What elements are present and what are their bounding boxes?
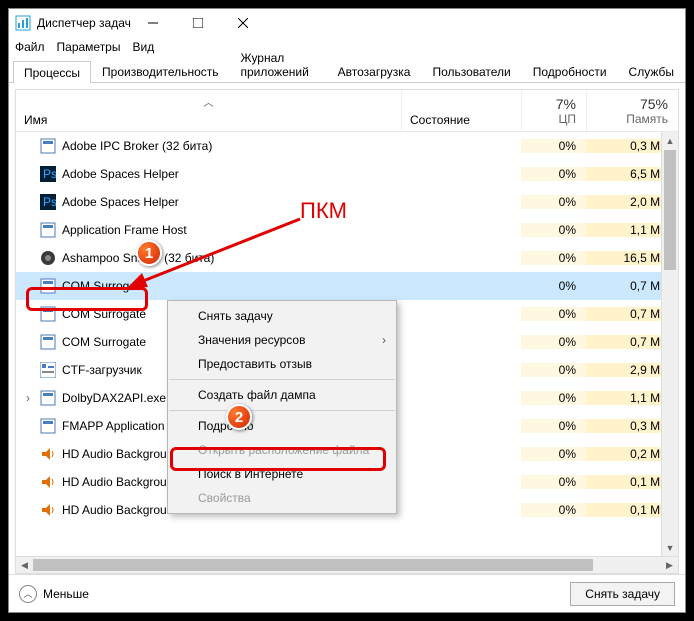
expand-icon[interactable]: ›	[22, 391, 34, 405]
vertical-scrollbar[interactable]: ▲ ▼	[661, 132, 678, 556]
table-row[interactable]: Adobe IPC Broker (32 бита)0%0,3 МБ	[16, 132, 678, 160]
annotation-rmb-label: ПКМ	[300, 198, 347, 224]
process-icon	[40, 362, 56, 378]
menubar: Файл Параметры Вид	[9, 37, 685, 57]
process-name: CTF-загрузчик	[62, 363, 142, 377]
process-icon	[40, 418, 56, 434]
svg-text:Ps: Ps	[43, 167, 56, 181]
context-menu: Снять задачу Значения ресурсов› Предоста…	[167, 300, 397, 514]
process-name: COM Surrogate	[62, 307, 146, 321]
window-title: Диспетчер задач	[37, 16, 131, 30]
process-cpu: 0%	[521, 223, 586, 237]
ctx-properties[interactable]: Свойства	[168, 486, 396, 510]
process-cpu: 0%	[521, 195, 586, 209]
ctx-create-dump[interactable]: Создать файл дампа	[168, 383, 396, 407]
header-memory[interactable]: 75% Память	[586, 90, 678, 131]
separator	[169, 410, 395, 411]
maximize-button[interactable]	[176, 9, 221, 37]
process-name: Adobe Spaces Helper	[62, 167, 179, 181]
tab-startup[interactable]: Автозагрузка	[327, 60, 422, 82]
process-icon	[40, 138, 56, 154]
process-icon	[40, 474, 56, 490]
process-cpu: 0%	[521, 391, 586, 405]
ctx-details[interactable]: Подробно	[168, 414, 396, 438]
process-icon: Ps	[40, 166, 56, 182]
menu-file[interactable]: Файл	[15, 40, 45, 54]
process-icon	[40, 250, 56, 266]
process-cpu: 0%	[521, 167, 586, 181]
tab-users[interactable]: Пользователи	[421, 60, 521, 82]
horizontal-scrollbar[interactable]: ◀ ▶	[16, 556, 678, 573]
process-cpu: 0%	[521, 251, 586, 265]
process-icon	[40, 278, 56, 294]
process-icon	[40, 222, 56, 238]
process-name: Adobe Spaces Helper	[62, 195, 179, 209]
header-cpu[interactable]: 7% ЦП	[521, 90, 586, 131]
ctx-feedback[interactable]: Предоставить отзыв	[168, 352, 396, 376]
process-icon: Ps	[40, 194, 56, 210]
chevron-up-icon: ︿	[19, 585, 37, 603]
footer: ︿ Меньше Снять задачу	[9, 574, 685, 612]
scroll-thumb[interactable]	[664, 150, 676, 270]
sort-indicator-icon: ︿	[204, 94, 214, 109]
process-cpu: 0%	[521, 447, 586, 461]
scroll-right-icon[interactable]: ▶	[661, 557, 678, 573]
process-name: COM Surrogate	[62, 335, 146, 349]
process-icon	[40, 446, 56, 462]
annotation-badge-1: 1	[136, 240, 162, 266]
tabs: Процессы Производительность Журнал прило…	[9, 57, 685, 83]
menu-view[interactable]: Вид	[132, 40, 154, 54]
header-status[interactable]: Состояние	[401, 90, 521, 131]
separator	[169, 379, 395, 380]
process-icon	[40, 390, 56, 406]
table-row[interactable]: Application Frame Host0%1,1 МБ	[16, 216, 678, 244]
svg-text:Ps: Ps	[43, 195, 56, 209]
process-icon	[40, 502, 56, 518]
menu-options[interactable]: Параметры	[57, 40, 121, 54]
tab-details[interactable]: Подробности	[522, 60, 618, 82]
ctx-open-location[interactable]: Открыть расположение файла	[168, 438, 396, 462]
scroll-left-icon[interactable]: ◀	[16, 557, 33, 573]
process-name: DolbyDAX2API.exe	[62, 391, 166, 405]
table-row[interactable]: PsAdobe Spaces Helper0%6,5 МБ	[16, 160, 678, 188]
column-headers: ︿ Имя Состояние 7% ЦП 75% Память	[16, 90, 678, 132]
process-cpu: 0%	[521, 475, 586, 489]
titlebar: Диспетчер задач	[9, 9, 685, 37]
minimize-button[interactable]	[131, 9, 176, 37]
scroll-down-icon[interactable]: ▼	[662, 539, 678, 556]
tab-services[interactable]: Службы	[618, 60, 685, 82]
annotation-badge-2: 2	[226, 404, 252, 430]
scroll-up-icon[interactable]: ▲	[662, 132, 678, 149]
ctx-search-online[interactable]: Поиск в Интернете	[168, 462, 396, 486]
tab-processes[interactable]: Процессы	[13, 61, 91, 83]
end-task-button[interactable]: Снять задачу	[570, 582, 675, 606]
process-cpu: 0%	[521, 363, 586, 377]
process-name: Adobe IPC Broker (32 бита)	[62, 139, 212, 153]
ctx-resource-values[interactable]: Значения ресурсов›	[168, 328, 396, 352]
process-icon	[40, 334, 56, 350]
process-cpu: 0%	[521, 307, 586, 321]
close-button[interactable]	[221, 9, 266, 37]
process-cpu: 0%	[521, 503, 586, 517]
app-icon	[15, 15, 31, 31]
fewer-details-button[interactable]: ︿ Меньше	[19, 585, 89, 603]
chevron-right-icon: ›	[382, 333, 386, 347]
tab-performance[interactable]: Производительность	[91, 60, 229, 82]
ctx-end-task[interactable]: Снять задачу	[168, 304, 396, 328]
process-cpu: 0%	[521, 419, 586, 433]
table-row[interactable]: Ashampoo Snap 9 (32 бита)0%16,5 МБ	[16, 244, 678, 272]
scroll-thumb-h[interactable]	[33, 559, 593, 571]
process-icon	[40, 306, 56, 322]
table-row[interactable]: COM Surrogate0%0,7 МБ	[16, 272, 678, 300]
process-name: FMAPP Application	[62, 419, 165, 433]
header-name[interactable]: ︿ Имя	[16, 90, 401, 131]
process-cpu: 0%	[521, 279, 586, 293]
table-row[interactable]: PsAdobe Spaces Helper0%2,0 МБ	[16, 188, 678, 216]
tab-app-history[interactable]: Журнал приложений	[230, 46, 327, 82]
process-cpu: 0%	[521, 335, 586, 349]
process-cpu: 0%	[521, 139, 586, 153]
